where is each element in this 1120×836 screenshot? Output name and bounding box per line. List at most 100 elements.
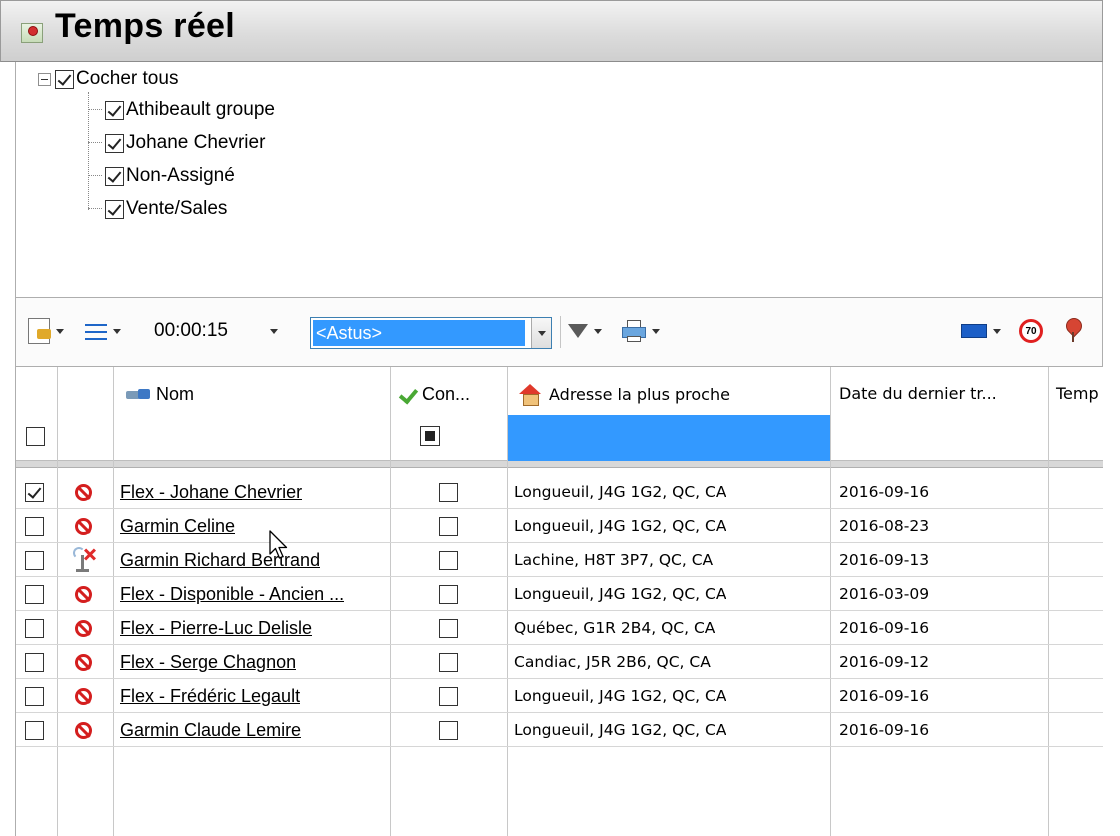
tree-item-label: Vente/Sales	[126, 198, 228, 219]
vehicle-name-link[interactable]: Garmin Celine	[120, 509, 235, 543]
date-cell: 2016-08-23	[839, 517, 930, 535]
tree-item-non-assigne[interactable]: Non-Assigné	[105, 161, 235, 191]
table-row[interactable]: Garmin Richard Bertrand Lachine, H8T 3P7…	[16, 543, 1103, 577]
checkbox-check-all[interactable]	[55, 69, 74, 89]
address-cell: Longueuil, J4G 1G2, QC, CA	[514, 483, 727, 501]
group-selector-dropdown-button[interactable]	[531, 318, 551, 348]
date-cell: 2016-09-13	[839, 551, 930, 569]
row-select-checkbox[interactable]	[25, 516, 44, 536]
list-button[interactable]	[85, 316, 121, 346]
tree-root-label: Cocher tous	[76, 68, 179, 89]
vehicle-name-link[interactable]: Garmin Claude Lemire	[120, 713, 301, 747]
speed-limit-icon: 70	[1019, 319, 1043, 343]
tree-item-checkbox[interactable]	[105, 133, 124, 153]
chevron-down-icon	[269, 328, 278, 334]
tree-item-label: Johane Chevrier	[126, 132, 266, 153]
table-row[interactable]: Garmin Claude Lemire Longueuil, J4G 1G2,…	[16, 713, 1103, 747]
tree-item-label: Athibeault groupe	[126, 99, 275, 120]
connected-checkbox[interactable]	[439, 516, 458, 536]
tree-root[interactable]: Cocher tous	[38, 64, 178, 94]
table-row[interactable]: Garmin Celine Longueuil, J4G 1G2, QC, CA…	[16, 509, 1103, 543]
row-select-checkbox[interactable]	[25, 652, 44, 672]
connected-checkbox[interactable]	[439, 550, 458, 570]
row-select-checkbox[interactable]	[25, 720, 44, 740]
print-button[interactable]	[622, 316, 660, 346]
chevron-down-icon	[594, 328, 602, 334]
tree-item-athibeault[interactable]: Athibeault groupe	[105, 95, 275, 125]
group-selector[interactable]: <Astus>	[310, 317, 552, 349]
table-row[interactable]: Flex - Disponible - Ancien ... Longueuil…	[16, 577, 1103, 611]
column-header-last-date[interactable]: Date du dernier tr...	[839, 384, 997, 403]
address-cell: Longueuil, J4G 1G2, QC, CA	[514, 687, 727, 705]
chevron-down-icon	[652, 328, 660, 334]
row-select-checkbox[interactable]	[25, 686, 44, 706]
refresh-interval-select[interactable]: 00:00:15	[154, 316, 278, 346]
connected-checkbox[interactable]	[439, 618, 458, 638]
collapse-icon[interactable]	[38, 72, 51, 86]
window-title: Temps réel	[55, 7, 236, 45]
tree-connector	[88, 175, 102, 176]
chevron-down-icon	[537, 330, 546, 336]
tree-item-label: Non-Assigné	[126, 165, 235, 186]
vehicle-name-link[interactable]: Flex - Pierre-Luc Delisle	[120, 611, 312, 645]
row-select-checkbox[interactable]	[25, 482, 44, 502]
printer-icon	[622, 320, 646, 342]
group-selector-value: <Astus>	[313, 320, 525, 346]
column-header-address[interactable]: Adresse la plus proche	[519, 384, 730, 406]
connected-checkbox[interactable]	[439, 482, 458, 502]
vehicle-name-link[interactable]: Flex - Disponible - Ancien ...	[120, 577, 344, 611]
map-pin-button[interactable]	[1064, 316, 1082, 346]
column-header-connected[interactable]: Con...	[398, 384, 470, 405]
vehicle-name-link[interactable]: Flex - Johane Chevrier	[120, 475, 302, 509]
table-row[interactable]: Flex - Frédéric Legault Longueuil, J4G 1…	[16, 679, 1103, 713]
house-icon	[519, 384, 541, 406]
chevron-down-icon	[993, 328, 1001, 334]
stop-icon	[75, 687, 92, 705]
connected-filter-checkbox[interactable]	[420, 426, 440, 446]
tree-item-johane[interactable]: Johane Chevrier	[105, 128, 265, 158]
connected-checkbox[interactable]	[439, 686, 458, 706]
address-cell: Longueuil, J4G 1G2, QC, CA	[514, 721, 727, 739]
vehicle-name-link[interactable]: Flex - Frédéric Legault	[120, 679, 300, 713]
connected-checkbox[interactable]	[439, 720, 458, 740]
toolbar-separator	[560, 316, 561, 348]
table-row[interactable]: Flex - Johane Chevrier Longueuil, J4G 1G…	[16, 475, 1103, 509]
map-icon	[21, 23, 43, 43]
address-cell: Longueuil, J4G 1G2, QC, CA	[514, 585, 727, 603]
stop-icon	[75, 585, 92, 603]
color-button[interactable]	[961, 316, 1001, 346]
date-cell: 2016-03-09	[839, 585, 930, 603]
column-header-name[interactable]: Nom	[126, 384, 194, 405]
date-cell: 2016-09-16	[839, 619, 930, 637]
filter-button[interactable]	[568, 316, 602, 346]
toolbar: 00:00:15 <Astus> 70	[15, 297, 1103, 367]
group-tree: Cocher tous Athibeault groupe Johane Che…	[15, 62, 1103, 297]
date-cell: 2016-09-12	[839, 653, 930, 671]
tree-connector	[88, 208, 102, 209]
stop-icon	[75, 721, 92, 739]
document-button[interactable]	[28, 316, 64, 346]
vehicle-name-link[interactable]: Garmin Richard Bertrand	[120, 543, 320, 577]
tree-item-checkbox[interactable]	[105, 100, 124, 120]
row-select-checkbox[interactable]	[25, 584, 44, 604]
date-cell: 2016-09-16	[839, 721, 930, 739]
tree-connector	[88, 142, 102, 143]
address-cell: Longueuil, J4G 1G2, QC, CA	[514, 517, 727, 535]
select-all-checkbox[interactable]	[26, 427, 45, 446]
table-row[interactable]: Flex - Pierre-Luc Delisle Québec, G1R 2B…	[16, 611, 1103, 645]
connected-checkbox[interactable]	[439, 652, 458, 672]
column-header-time[interactable]: Temp	[1056, 384, 1099, 403]
tree-item-checkbox[interactable]	[105, 166, 124, 186]
vehicle-name-link[interactable]: Flex - Serge Chagnon	[120, 645, 296, 679]
no-signal-icon	[71, 547, 97, 573]
row-select-checkbox[interactable]	[25, 618, 44, 638]
table-row[interactable]: Flex - Serge Chagnon Candiac, J5R 2B6, Q…	[16, 645, 1103, 679]
tree-item-checkbox[interactable]	[105, 199, 124, 219]
connected-checkbox[interactable]	[439, 584, 458, 604]
filter-icon	[568, 324, 588, 338]
window-titlebar: Temps réel	[0, 0, 1103, 62]
speed-limit-button[interactable]: 70	[1019, 316, 1043, 346]
tree-item-vente-sales[interactable]: Vente/Sales	[105, 194, 227, 224]
row-select-checkbox[interactable]	[25, 550, 44, 570]
address-filter-input[interactable]	[508, 415, 830, 461]
